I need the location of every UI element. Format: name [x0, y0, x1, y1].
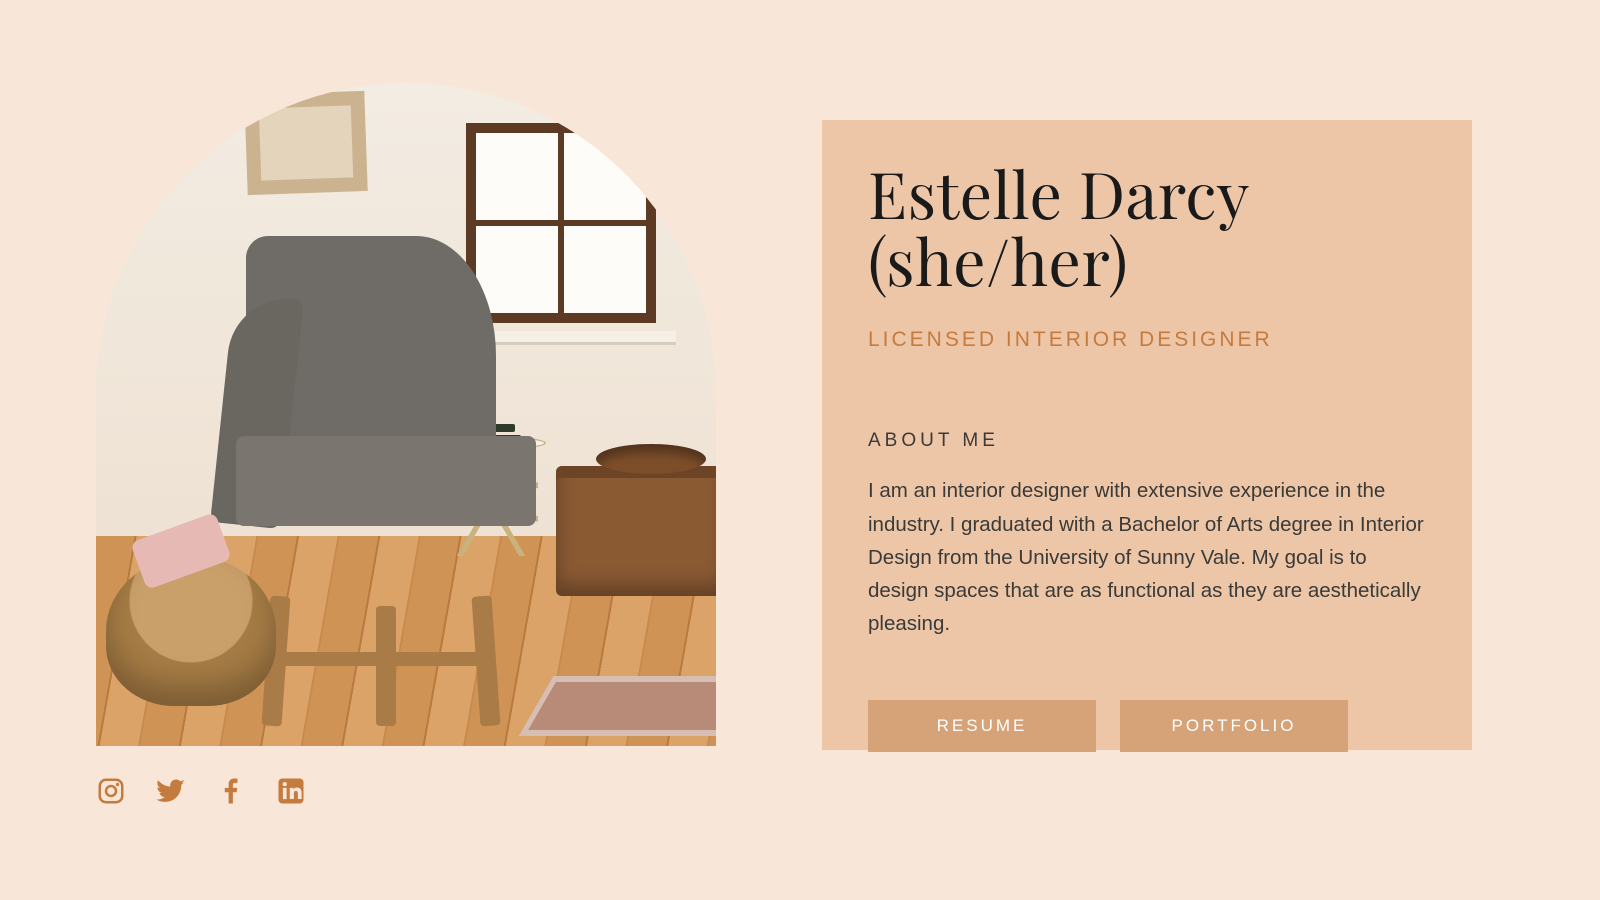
about-body: I am an interior designer with extensive… — [868, 474, 1426, 640]
resume-button[interactable]: RESUME — [868, 700, 1096, 752]
profile-name: Estelle Darcy (she/her) — [868, 160, 1426, 294]
instagram-icon — [96, 776, 126, 806]
profile-role: LICENSED INTERIOR DESIGNER — [868, 328, 1426, 352]
instagram-link[interactable] — [96, 776, 126, 806]
twitter-icon — [156, 776, 186, 806]
twitter-link[interactable] — [156, 776, 186, 806]
social-links — [96, 776, 306, 806]
profile-name-line2: (she/her) — [868, 218, 1128, 303]
about-heading: ABOUT ME — [868, 430, 1426, 452]
hero-interior-photo — [96, 83, 716, 746]
facebook-icon — [216, 776, 246, 806]
linkedin-icon — [276, 776, 306, 806]
button-row: RESUME PORTFOLIO — [868, 700, 1426, 752]
portfolio-button[interactable]: PORTFOLIO — [1120, 700, 1348, 752]
linkedin-link[interactable] — [276, 776, 306, 806]
facebook-link[interactable] — [216, 776, 246, 806]
profile-card: Estelle Darcy (she/her) LICENSED INTERIO… — [822, 120, 1472, 750]
